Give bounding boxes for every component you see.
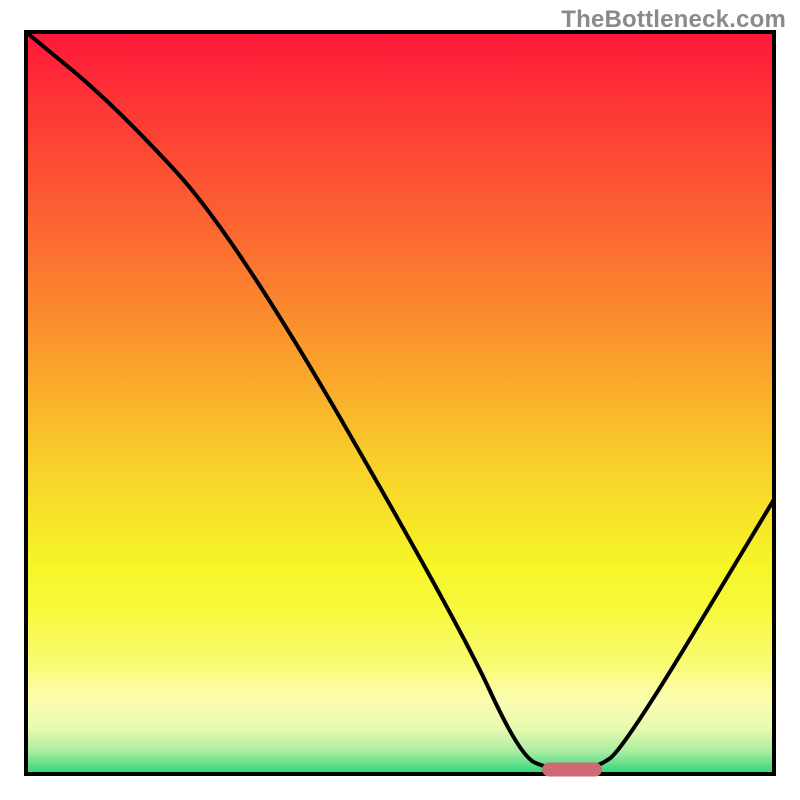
optimal-range-marker [542,763,602,777]
gradient-background [26,32,774,774]
bottleneck-chart: TheBottleneck.com [0,0,800,800]
attribution-label: TheBottleneck.com [561,6,786,34]
chart-svg [0,0,800,800]
